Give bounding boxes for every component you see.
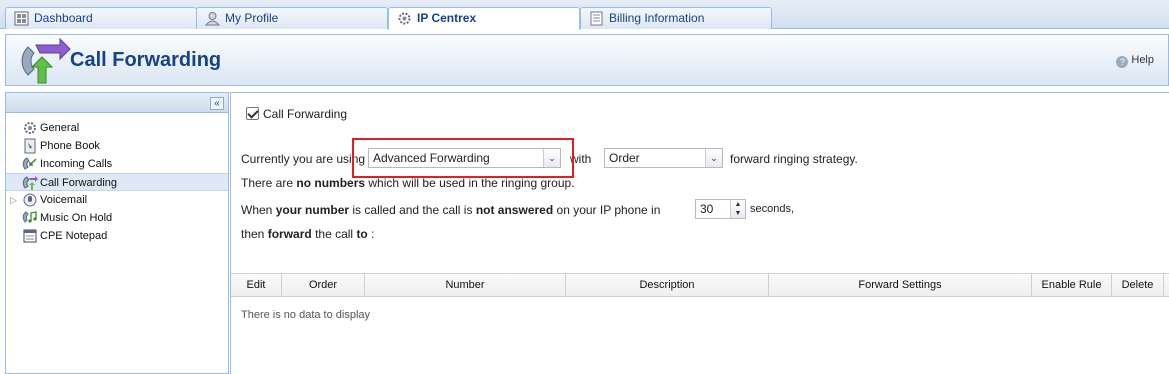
voicemail-icon — [23, 193, 37, 207]
column-header-description[interactable]: Description — [566, 274, 769, 296]
call-forward-icon — [21, 37, 71, 84]
grid-empty-message: There is no data to display — [241, 309, 371, 321]
tab-billing-information[interactable]: Billing Information — [580, 7, 772, 29]
call-forwarding-checkbox[interactable] — [246, 107, 259, 120]
line-text: : — [371, 227, 375, 241]
tab-ip-centrex[interactable]: IP Centrex — [388, 7, 580, 30]
column-header-number[interactable]: Number — [365, 274, 566, 296]
sidebar-tree: General Phone Book Incoming Calls Call F… — [6, 113, 228, 245]
line-text: There are — [241, 176, 294, 190]
sidebar-item-cpe-notepad[interactable]: CPE Notepad — [6, 227, 228, 245]
music-icon — [22, 211, 37, 223]
gear-icon — [24, 122, 36, 134]
tab-dashboard[interactable]: Dashboard — [5, 7, 197, 29]
tab-label: IP Centrex — [417, 11, 477, 25]
sidebar-item-voicemail[interactable]: ▷ Voicemail — [6, 191, 228, 209]
incoming-calls-icon — [22, 157, 37, 170]
line-bold: forward — [267, 227, 312, 241]
line-text: then — [241, 227, 265, 241]
document-icon — [590, 11, 603, 26]
help-label: Help — [1131, 54, 1154, 66]
page-header: Call Forwarding ? Help — [5, 34, 1169, 86]
collapse-sidebar-button[interactable]: « — [210, 97, 224, 110]
column-header-delete[interactable]: Delete — [1112, 274, 1164, 296]
line-text: which will be used in the ringing group. — [368, 176, 575, 190]
tab-label: My Profile — [225, 11, 279, 25]
phone-book-icon — [24, 138, 36, 154]
main-panel: Call Forwarding Currently you are using … — [230, 92, 1169, 374]
column-header-edit[interactable]: Edit — [231, 274, 282, 296]
strategy-suffix: forward ringing strategy. — [730, 152, 858, 166]
line-bold: to — [356, 227, 368, 241]
tab-my-profile[interactable]: My Profile — [196, 7, 388, 29]
sidebar-item-general[interactable]: General — [6, 119, 228, 137]
gear-icon — [398, 12, 411, 25]
sidebar-item-label: Incoming Calls — [40, 158, 113, 170]
user-icon — [205, 12, 220, 26]
sidebar-item-call-forwarding[interactable]: Call Forwarding — [6, 173, 228, 191]
seconds-label: seconds, — [750, 203, 794, 215]
sidebar-item-label: CPE Notepad — [40, 230, 108, 242]
line-text: seconds, — [750, 203, 795, 215]
call-forwarding-checkbox-row: Call Forwarding — [246, 107, 347, 121]
tab-label: Dashboard — [34, 11, 93, 25]
line-bold: your number — [275, 203, 350, 217]
top-tab-bar: Dashboard My Profile IP Centrex Billing … — [0, 0, 1169, 30]
numbers-info-line: There are no numbers which will be used … — [241, 176, 575, 190]
ringing-strategy-select[interactable]: Order ⌄ — [604, 148, 723, 168]
chevron-down-icon[interactable]: ⌄ — [705, 149, 722, 167]
sidebar-item-label: General — [40, 122, 80, 134]
seconds-spinner[interactable]: 30 ▲ ▼ — [695, 199, 746, 219]
line-text: forward ringing strategy. — [730, 152, 858, 166]
line-text: When — [241, 203, 273, 217]
sidebar-item-label: Voicemail — [40, 194, 88, 206]
sidebar-header: « — [6, 93, 228, 113]
forwarding-rules-grid: Edit Order Number Description Forward Se… — [231, 273, 1169, 321]
column-header-forward-settings[interactable]: Forward Settings — [769, 274, 1032, 296]
line-bold: no numbers — [296, 176, 366, 190]
notepad-icon — [23, 229, 37, 243]
checkbox-label: Call Forwarding — [263, 107, 348, 121]
not-answered-line: When your number is called and the call … — [241, 203, 660, 217]
forwarding-mode-line: Currently you are using — [241, 152, 365, 166]
tab-label: Billing Information — [609, 11, 705, 25]
line-bold: not answered — [475, 203, 554, 217]
expand-arrow-icon[interactable]: ▷ — [10, 191, 17, 209]
spinner-value: 30 — [700, 202, 714, 216]
line-text: on your IP phone in — [556, 203, 661, 217]
select-value: Order — [609, 151, 640, 165]
page-title: Call Forwarding — [70, 49, 222, 71]
grid-header: Edit Order Number Description Forward Se… — [231, 273, 1169, 297]
spinner-arrows-icon[interactable]: ▲ ▼ — [730, 200, 745, 218]
line-text: is called and the call is — [352, 203, 473, 217]
sidebar-item-label: Phone Book — [40, 140, 100, 152]
dashboard-icon — [14, 11, 29, 26]
column-header-order[interactable]: Order — [282, 274, 365, 296]
help-icon: ? — [1116, 56, 1129, 68]
line-text: the call — [315, 227, 354, 241]
line-text: Currently you are using — [241, 152, 366, 166]
sidebar-item-label: Call Forwarding — [40, 177, 118, 189]
sidebar-item-phone-book[interactable]: Phone Book — [6, 137, 228, 155]
help-link[interactable]: ? Help — [1116, 54, 1154, 68]
highlight-box — [352, 138, 574, 178]
column-header-enable-rule[interactable]: Enable Rule — [1032, 274, 1112, 296]
sidebar: « General Phone Book Incoming Calls Call… — [5, 92, 229, 374]
sidebar-item-incoming-calls[interactable]: Incoming Calls — [6, 155, 228, 173]
sidebar-item-label: Music On Hold — [40, 212, 113, 224]
sidebar-item-music-on-hold[interactable]: Music On Hold — [6, 209, 228, 227]
call-forward-icon — [22, 176, 38, 190]
forward-to-line: then forward the call to : — [241, 227, 374, 241]
